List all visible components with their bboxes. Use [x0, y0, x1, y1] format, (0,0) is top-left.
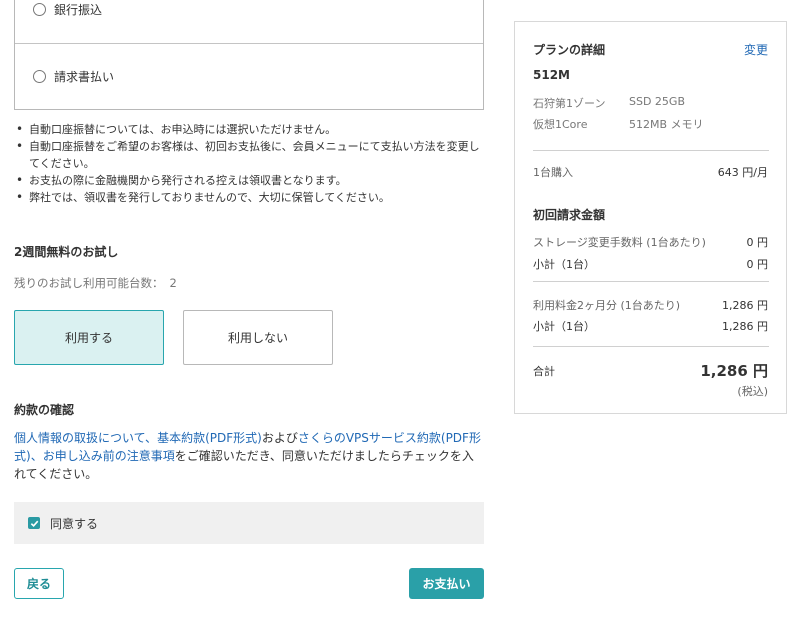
payment-option-label: 請求書払い: [54, 70, 115, 84]
payment-option-label: 銀行振込: [54, 2, 103, 17]
check-icon: [30, 520, 38, 527]
precautions-link[interactable]: お申し込み前の注意事項: [43, 449, 175, 463]
trial-remaining: 残りのお試し利用可能台数： 2: [14, 275, 177, 291]
initial-charge-title: 初回請求金額: [533, 208, 606, 222]
note-item: 弊社では、領収書を発行しておりませんので、大切に保管してください。: [14, 189, 484, 206]
subtotal-label: 小計（1台）: [533, 258, 595, 271]
trial-remaining-value: 2: [169, 276, 177, 290]
terms-separator: 、: [30, 449, 43, 463]
radio-button[interactable]: [33, 70, 46, 83]
total-label: 合計: [533, 365, 555, 378]
spec-zone: 石狩第1ゾーン: [533, 97, 606, 110]
privacy-policy-link[interactable]: 個人情報の取扱について: [14, 431, 145, 445]
payment-option-bank-transfer[interactable]: 銀行振込: [15, 0, 483, 21]
plan-detail-panel: プランの詳細 変更 512M 石狩第1ゾーン SSD 25GB 仮想1Core …: [514, 21, 787, 414]
pay-button[interactable]: お支払い: [409, 568, 484, 599]
terms-and: および: [261, 431, 298, 445]
trial-remaining-label: 残りのお試し利用可能台数：: [14, 276, 164, 290]
agree-label: 同意する: [50, 516, 99, 531]
payment-notes: 自動口座振替については、お申込時には選択いただけません。 自動口座振替をご希望の…: [14, 121, 484, 206]
payment-option-invoice[interactable]: 請求書払い: [15, 43, 483, 109]
divider: [533, 281, 769, 282]
storage-fee-value: 0 円: [746, 236, 769, 249]
terms-separator: 、: [145, 431, 158, 445]
divider: [533, 150, 769, 151]
tax-note: (税込): [737, 385, 768, 398]
plan-change-link[interactable]: 変更: [744, 41, 768, 58]
plan-name: 512M: [533, 68, 570, 82]
divider: [533, 346, 769, 347]
spec-cpu: 仮想1Core: [533, 118, 588, 131]
agree-checkbox[interactable]: [28, 517, 40, 529]
trial-no-use-button[interactable]: 利用しない: [183, 310, 333, 365]
subtotal-label: 小計（1台）: [533, 320, 595, 333]
spec-storage: SSD 25GB: [629, 95, 685, 108]
terms-text: 個人情報の取扱について、基本約款(PDF形式)およびさくらのVPSサービス約款(…: [14, 429, 484, 483]
spec-memory: 512MB メモリ: [629, 118, 704, 131]
trial-title: 2週間無料のお試し: [14, 245, 119, 259]
plan-detail-title: プランの詳細: [533, 43, 606, 57]
usage-fee-label: 利用料金2ヶ月分 (1台あたり): [533, 299, 681, 312]
basic-terms-link[interactable]: 基本約款(PDF形式): [157, 431, 262, 445]
radio-button[interactable]: [33, 2, 46, 16]
purchase-label: 1台購入: [533, 166, 573, 179]
agree-checkbox-row[interactable]: 同意する: [14, 502, 484, 544]
terms-title: 約款の確認: [14, 403, 75, 417]
total-value: 1,286 円: [700, 362, 768, 380]
back-button[interactable]: 戻る: [14, 568, 64, 599]
storage-fee-label: ストレージ変更手数料 (1台あたり): [533, 236, 706, 249]
note-item: お支払の際に金融機関から発行される控えは領収書となります。: [14, 172, 484, 189]
subtotal-value: 0 円: [746, 258, 769, 271]
usage-fee-value: 1,286 円: [722, 299, 768, 312]
subtotal-value: 1,286 円: [722, 320, 768, 333]
trial-use-button[interactable]: 利用する: [14, 310, 164, 365]
note-item: 自動口座振替については、お申込時には選択いただけません。: [14, 121, 484, 138]
purchase-price: 643 円/月: [717, 166, 768, 179]
note-item: 自動口座振替をご希望のお客様は、初回お支払後に、会員メニューにて支払い方法を変更…: [14, 138, 484, 172]
payment-method-box: 銀行振込 請求書払い: [14, 0, 484, 110]
